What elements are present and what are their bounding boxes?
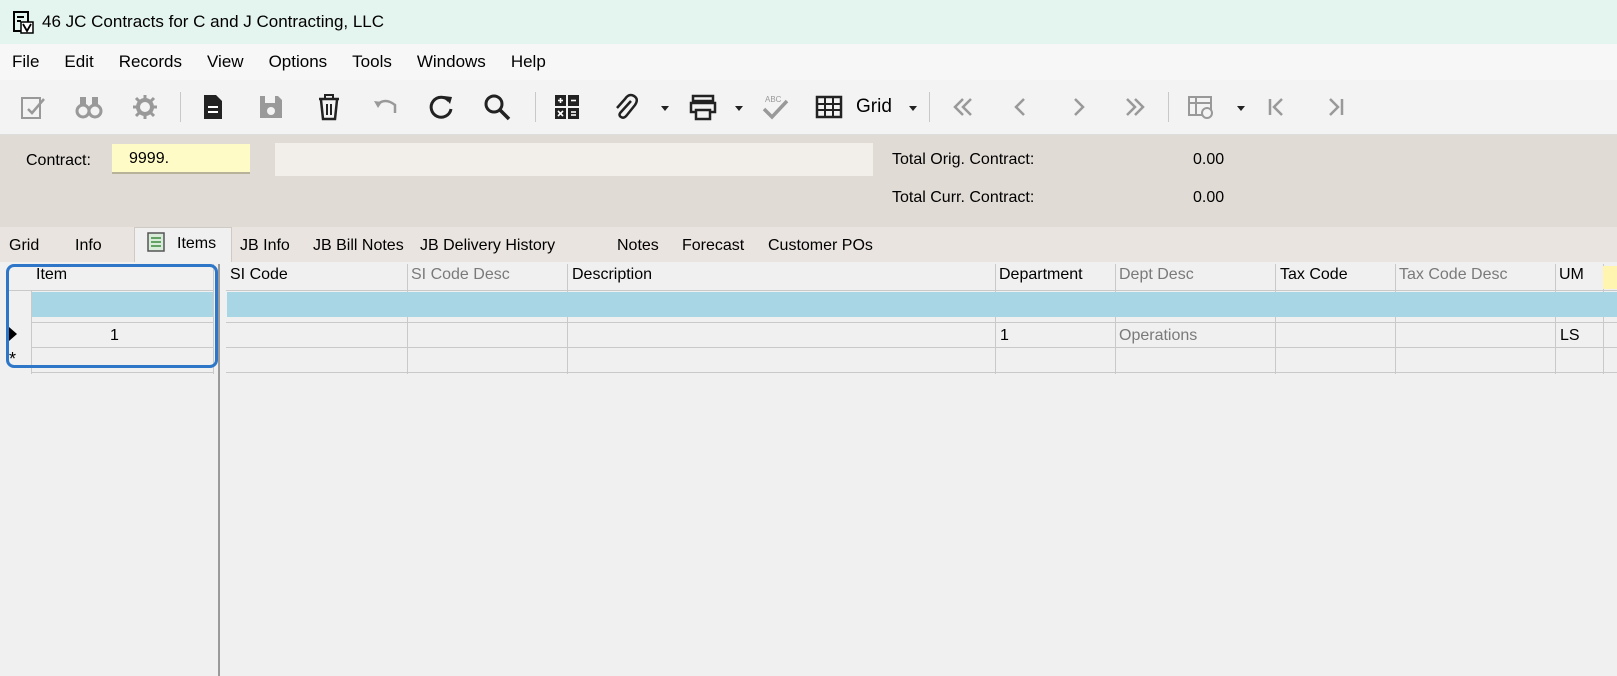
tab-forecast[interactable]: Forecast	[682, 237, 744, 255]
delete-icon[interactable]	[314, 92, 344, 122]
last-icon[interactable]	[1120, 92, 1150, 122]
contract-field[interactable]: 9999.	[112, 144, 250, 174]
refresh-icon[interactable]	[426, 92, 456, 122]
title-bar: 46 JC Contracts for C and J Contracting,…	[0, 0, 1617, 44]
print-dropdown-icon[interactable]	[735, 106, 743, 111]
edit-icon[interactable]	[18, 92, 48, 122]
next-icon[interactable]	[1063, 92, 1093, 122]
menu-tools[interactable]: Tools	[344, 52, 405, 72]
detail-filter-row[interactable]	[227, 292, 1617, 317]
contract-label: Contract:	[26, 152, 91, 169]
total-orig-label: Total Orig. Contract:	[892, 151, 1035, 168]
col-si-code[interactable]: SI Code	[230, 266, 288, 290]
tab-jb-info[interactable]: JB Info	[240, 237, 290, 255]
save-icon[interactable]	[256, 92, 286, 122]
cell-um[interactable]: LS	[1560, 327, 1580, 345]
first-record-icon[interactable]	[1262, 92, 1292, 122]
tab-notes[interactable]: Notes	[617, 237, 659, 255]
previous-icon[interactable]	[1006, 92, 1036, 122]
total-curr-value: 0.00	[1193, 189, 1225, 206]
column-chooser-corner[interactable]	[1603, 266, 1617, 289]
col-dept-desc[interactable]: Dept Desc	[1119, 266, 1194, 290]
grid-view-label[interactable]: Grid	[856, 96, 892, 118]
print-icon[interactable]	[688, 92, 718, 122]
tab-items[interactable]: Items	[177, 235, 216, 253]
window-title: 46 JC Contracts for C and J Contracting,…	[42, 12, 385, 31]
tab-jb-bill-notes[interactable]: JB Bill Notes	[313, 237, 404, 255]
menu-windows[interactable]: Windows	[409, 52, 499, 72]
col-tax-code-desc[interactable]: Tax Code Desc	[1399, 266, 1508, 290]
items-tab-icon	[147, 232, 165, 252]
calculator-icon[interactable]	[552, 92, 582, 122]
document-v-icon	[13, 11, 34, 34]
grid-icon[interactable]	[814, 92, 844, 122]
menu-edit[interactable]: Edit	[56, 52, 106, 72]
svg-text:ABC: ABC	[765, 95, 782, 104]
tab-info[interactable]: Info	[75, 237, 102, 255]
details-pane	[225, 264, 1617, 676]
tab-customer-pos[interactable]: Customer POs	[768, 237, 873, 255]
new-document-icon[interactable]	[198, 92, 228, 122]
total-orig-value: 0.00	[1193, 151, 1225, 168]
table-settings-icon[interactable]	[1186, 92, 1216, 122]
spellcheck-icon[interactable]: ABC	[760, 92, 790, 122]
grid-dropdown-icon[interactable]	[909, 106, 917, 111]
cell-department[interactable]: 1	[1000, 327, 1009, 345]
undo-icon[interactable]	[370, 92, 400, 122]
col-si-code-desc[interactable]: SI Code Desc	[411, 266, 510, 290]
last-record-icon[interactable]	[1320, 92, 1350, 122]
contract-description-field	[275, 143, 873, 176]
col-tax-code[interactable]: Tax Code	[1280, 266, 1348, 290]
search-icon[interactable]	[482, 92, 512, 122]
attach-icon[interactable]	[610, 92, 640, 122]
col-um[interactable]: UM	[1559, 266, 1584, 290]
binoculars-icon[interactable]	[74, 92, 104, 122]
table-settings-dropdown-icon[interactable]	[1237, 106, 1245, 111]
menu-view[interactable]: View	[199, 52, 257, 72]
tab-jb-delivery-history[interactable]: JB Delivery History	[420, 237, 555, 255]
col-department[interactable]: Department	[999, 266, 1083, 290]
total-curr-label: Total Curr. Contract:	[892, 189, 1035, 206]
tab-grid[interactable]: Grid	[9, 237, 39, 255]
col-description[interactable]: Description	[572, 266, 652, 290]
menu-help[interactable]: Help	[503, 52, 559, 72]
menu-bar: File Edit Records View Options Tools Win…	[0, 44, 1617, 80]
first-icon[interactable]	[948, 92, 978, 122]
cell-dept-desc: Operations	[1119, 327, 1198, 344]
menu-options[interactable]: Options	[261, 52, 341, 72]
gear-icon[interactable]	[130, 92, 160, 122]
item-column-highlight	[6, 264, 218, 368]
menu-records[interactable]: Records	[111, 52, 195, 72]
menu-file[interactable]: File	[4, 52, 52, 72]
attach-dropdown-icon[interactable]	[661, 106, 669, 111]
toolbar: ABC	[0, 80, 1617, 135]
